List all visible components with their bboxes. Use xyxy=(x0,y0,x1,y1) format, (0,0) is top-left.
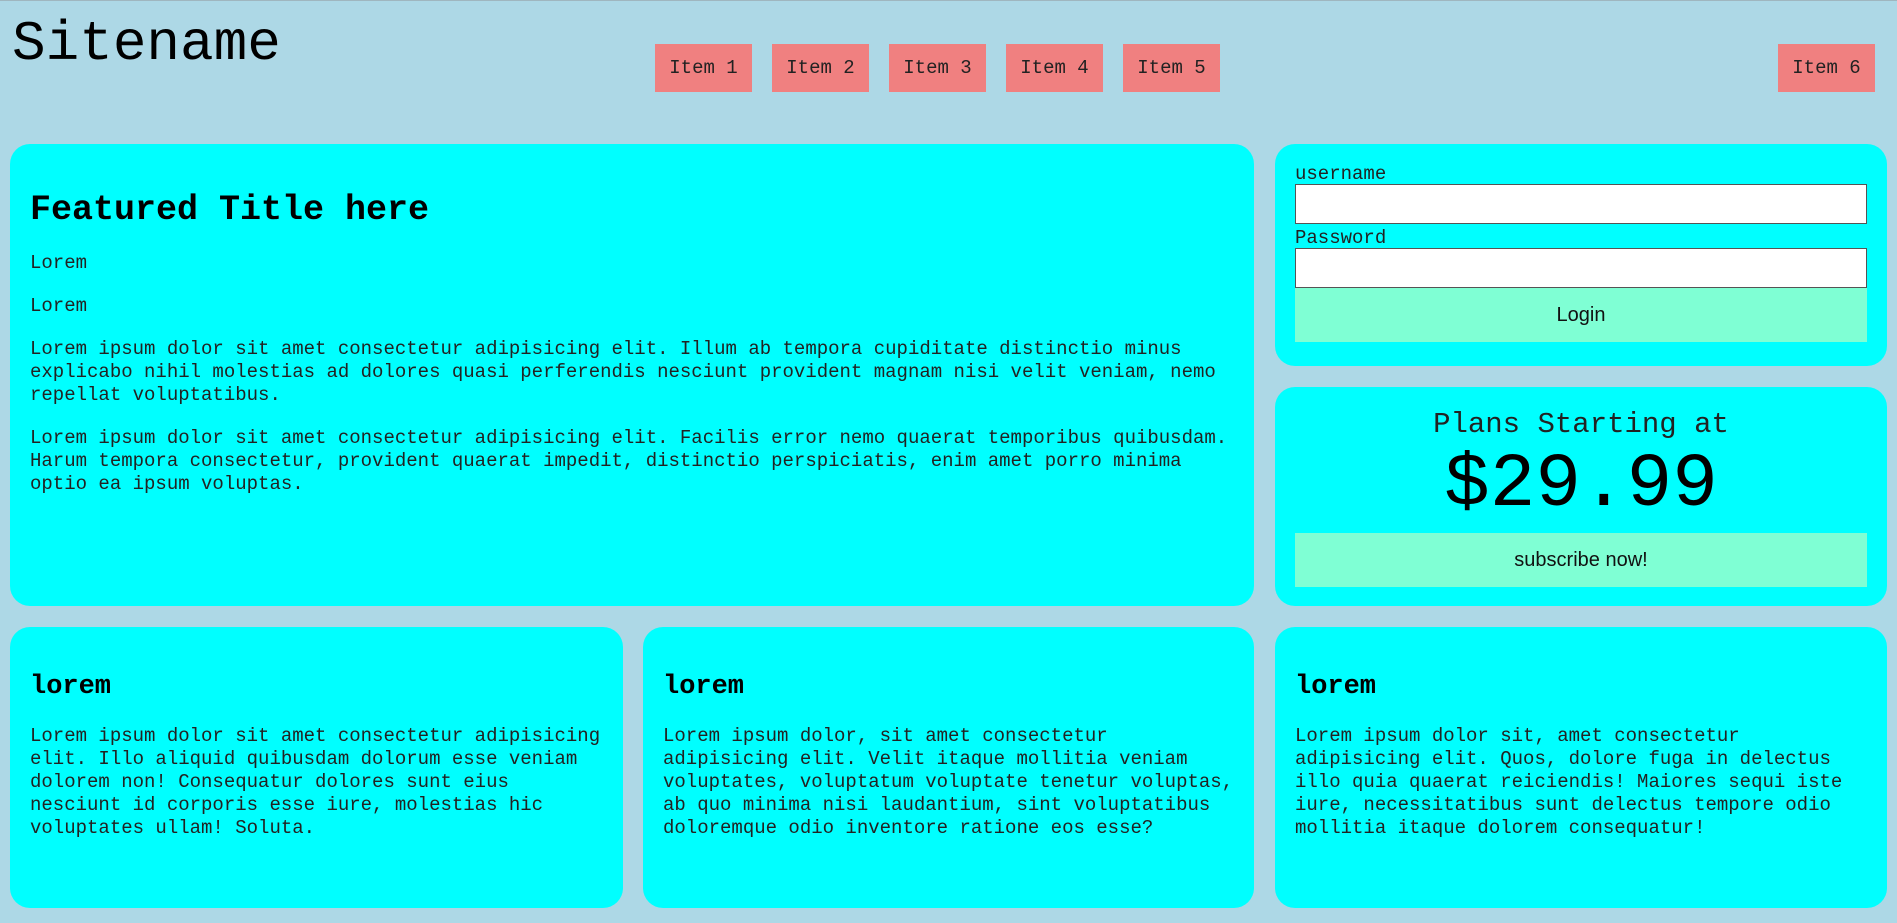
nav-item-5[interactable]: Item 5 xyxy=(1123,44,1220,92)
nav-item-1[interactable]: Item 1 xyxy=(655,44,752,92)
plan-price: $29.99 xyxy=(1444,442,1718,528)
featured-paragraph: Lorem ipsum dolor sit amet consectetur a… xyxy=(30,427,1228,495)
plans-label: Plans Starting at xyxy=(1433,408,1729,441)
login-button[interactable]: Login xyxy=(1295,288,1867,342)
nav-item-4[interactable]: Item 4 xyxy=(1006,44,1103,92)
card-text: Lorem ipsum dolor sit, amet consectetur … xyxy=(1295,725,1843,839)
username-label: username xyxy=(1295,163,1387,185)
login-card: username Password Login xyxy=(1275,144,1887,366)
main-nav: Item 1 Item 2 Item 3 Item 4 Item 5 Item … xyxy=(0,44,1897,92)
featured-paragraph: Lorem ipsum dolor sit amet consectetur a… xyxy=(30,338,1216,406)
featured-line: Lorem xyxy=(30,252,88,274)
card-text: Lorem ipsum dolor, sit amet consectetur … xyxy=(663,725,1234,839)
top-border xyxy=(0,0,1897,1)
password-input[interactable] xyxy=(1295,248,1867,288)
featured-line: Lorem xyxy=(30,295,88,317)
card-title: lorem xyxy=(30,672,112,702)
card-text: Lorem ipsum dolor sit amet consectetur a… xyxy=(30,725,601,839)
username-input[interactable] xyxy=(1295,184,1867,224)
featured-title: Featured Title here xyxy=(30,190,430,230)
subscribe-button[interactable]: subscribe now! xyxy=(1295,533,1867,587)
nav-item-6[interactable]: Item 6 xyxy=(1778,44,1875,92)
info-card-3: lorem Lorem ipsum dolor sit, amet consec… xyxy=(1275,627,1887,908)
card-title: lorem xyxy=(663,672,745,702)
nav-item-2[interactable]: Item 2 xyxy=(772,44,869,92)
info-card-2: lorem Lorem ipsum dolor, sit amet consec… xyxy=(643,627,1254,908)
info-card-1: lorem Lorem ipsum dolor sit amet consect… xyxy=(10,627,623,908)
featured-card: Featured Title here Lorem Lorem Lorem ip… xyxy=(10,144,1254,606)
plans-card: Plans Starting at $29.99 subscribe now! xyxy=(1275,387,1887,606)
password-label: Password xyxy=(1295,227,1387,249)
nav-item-3[interactable]: Item 3 xyxy=(889,44,986,92)
card-title: lorem xyxy=(1295,672,1377,702)
